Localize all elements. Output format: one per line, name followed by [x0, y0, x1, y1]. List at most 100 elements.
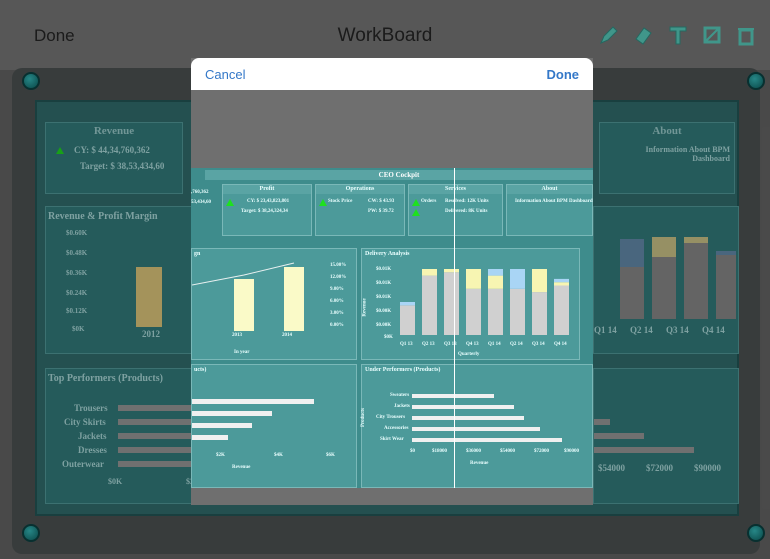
- cw-value: CW: $ 43.93: [368, 199, 395, 204]
- bar: [412, 416, 524, 420]
- up-arrow-icon: [412, 199, 420, 206]
- bar: [192, 435, 228, 440]
- delivery-bar-segment: [554, 278, 569, 283]
- delivery-chart-svg: Q1 13 Q2 13 Q3 13 Q4 13 Q1 14 Q2 14 Q3 14 Q4 14: [400, 269, 569, 347]
- cancel-button[interactable]: Cancel: [205, 67, 245, 82]
- dash-about-tile: About Information About BPM Dashboard: [506, 184, 593, 236]
- y-tick: $0.00K: [376, 323, 392, 328]
- x-tick: $2K: [216, 453, 225, 458]
- services-title: Services: [409, 185, 502, 194]
- pw-value: PW: $ 39.72: [368, 209, 394, 214]
- delivery-bar-segment: [510, 269, 525, 289]
- resolved-value: Resolved: 12K Units: [445, 199, 489, 204]
- divider-line: [454, 168, 455, 488]
- profit-title: Profit: [223, 185, 311, 194]
- delivery-bar-segment: [444, 272, 459, 335]
- bar: [412, 394, 494, 398]
- left-cy: ,760,362: [191, 190, 209, 195]
- y-tick: 3.00%: [330, 311, 344, 316]
- operations-title: Operations: [316, 185, 404, 194]
- operations-tile: Operations Stock Price CW: $ 43.93 PW: $…: [315, 184, 405, 236]
- delivery-bar-segment: [532, 292, 547, 335]
- year-label: 2014: [282, 333, 292, 338]
- product-label: Skirt Wear: [380, 437, 404, 442]
- orders-label: Orders: [421, 199, 437, 204]
- delivery-bar-segment: [444, 269, 459, 273]
- dash-about-text: Information About BPM Dashboard: [515, 199, 593, 204]
- delivery-quarter-label: Q2 14: [510, 342, 523, 347]
- profit-target: Target: $ 38,24,324,34: [241, 209, 288, 214]
- bar: [192, 399, 314, 404]
- product-label: Jackets: [394, 404, 410, 409]
- bar: [412, 427, 540, 431]
- delivery-bar-segment: [488, 288, 503, 335]
- y-tick: $0.01K: [376, 295, 392, 300]
- delivery-analysis-tile: Delivery Analysis Revenue $0.01K $0.01K …: [361, 248, 580, 360]
- delivery-quarter-label: Q2 13: [422, 342, 435, 347]
- y-tick: $0.00K: [376, 309, 392, 314]
- bar: [412, 438, 562, 442]
- stock-label: Stock Price: [328, 199, 353, 204]
- delivery-quarter-label: Q3 13: [444, 342, 457, 347]
- y-tick: 6.00%: [330, 299, 344, 304]
- x-axis-title: In year: [234, 350, 250, 355]
- y-tick: 15.00%: [330, 263, 347, 268]
- left-target: 53,434,60: [191, 200, 211, 205]
- delivery-bar-segment: [488, 275, 503, 289]
- y-tick: $0.01K: [376, 267, 392, 272]
- delivery-bar-segment: [488, 269, 503, 276]
- delivery-xtitle: Quarterly: [458, 352, 480, 357]
- delivery-ylabel: Revenue: [362, 298, 368, 317]
- profit-tile: Profit CY: $ 23,43,823,801 Target: $ 38,…: [222, 184, 312, 236]
- year-label: 2013: [232, 333, 242, 338]
- up-arrow-icon: [412, 209, 420, 216]
- profit-cy: CY: $ 23,43,823,801: [247, 199, 290, 204]
- y-tick: $0K: [384, 335, 393, 340]
- under-title: Under Performers (Products): [365, 367, 441, 373]
- delivery-bar-segment: [422, 269, 437, 276]
- dashboard-title: CEO Cockpit: [205, 170, 593, 180]
- delivery-bar-segment: [554, 285, 569, 335]
- bar: [192, 423, 252, 428]
- sheet-done-button[interactable]: Done: [547, 67, 580, 82]
- bar: [412, 405, 514, 409]
- x-tick: $4K: [274, 453, 283, 458]
- delivery-bar-segment: [466, 269, 481, 289]
- x-tick: $72000: [534, 449, 549, 454]
- y-tick: 12.00%: [330, 275, 347, 280]
- x-axis-title: Revenue: [470, 461, 489, 466]
- delivery-quarter-label: Q3 14: [532, 342, 545, 347]
- under-performers-tile: Under Performers (Products) Products Swe…: [361, 364, 593, 488]
- delivery-bar-segment: [422, 275, 437, 335]
- product-label: City Trousers: [376, 415, 406, 420]
- up-arrow-icon: [319, 199, 327, 206]
- delivery-title: Delivery Analysis: [365, 251, 410, 257]
- product-label: Accessories: [384, 426, 409, 431]
- delivery-bar-segment: [400, 305, 415, 335]
- y-tick: 9.00%: [330, 287, 344, 292]
- delivery-bar-segment: [554, 282, 569, 286]
- under-ylabel: Products: [361, 407, 367, 428]
- edit-sheet: Cancel Done CEO Cockpit ,760,362 53,434,…: [191, 58, 593, 505]
- dash-about-title: About: [507, 185, 592, 194]
- delivery-quarter-label: Q4 14: [554, 342, 567, 347]
- delivery-quarter-label: Q1 13: [400, 342, 413, 347]
- x-tick: $0: [410, 449, 415, 454]
- delivery-bar-segment: [466, 288, 481, 335]
- bar: [192, 411, 272, 416]
- y-tick: $0.01K: [376, 281, 392, 286]
- left-bottom-tile: ucts) $2K $4K $6K Revenue: [191, 364, 357, 488]
- delivery-bar-segment: [532, 269, 547, 293]
- services-tile: Services Orders Resolved: 12K Units Deli…: [408, 184, 503, 236]
- ceo-cockpit-image[interactable]: CEO Cockpit ,760,362 53,434,60 Profit CY…: [191, 168, 593, 488]
- x-tick: $36000: [466, 449, 481, 454]
- delivery-quarter-label: Q4 13: [466, 342, 479, 347]
- y-tick: 0.00%: [330, 323, 344, 328]
- profit-margin-tile: gn 2013 2014 In year 15.00% 12.00% 9.00%…: [191, 248, 357, 360]
- product-label: Sweaters: [390, 393, 410, 398]
- up-arrow-icon: [226, 199, 234, 206]
- sheet-navbar: Cancel Done: [191, 58, 593, 90]
- x-tick: $90000: [564, 449, 579, 454]
- x-tick: $18000: [432, 449, 447, 454]
- delivery-quarter-label: Q1 14: [488, 342, 501, 347]
